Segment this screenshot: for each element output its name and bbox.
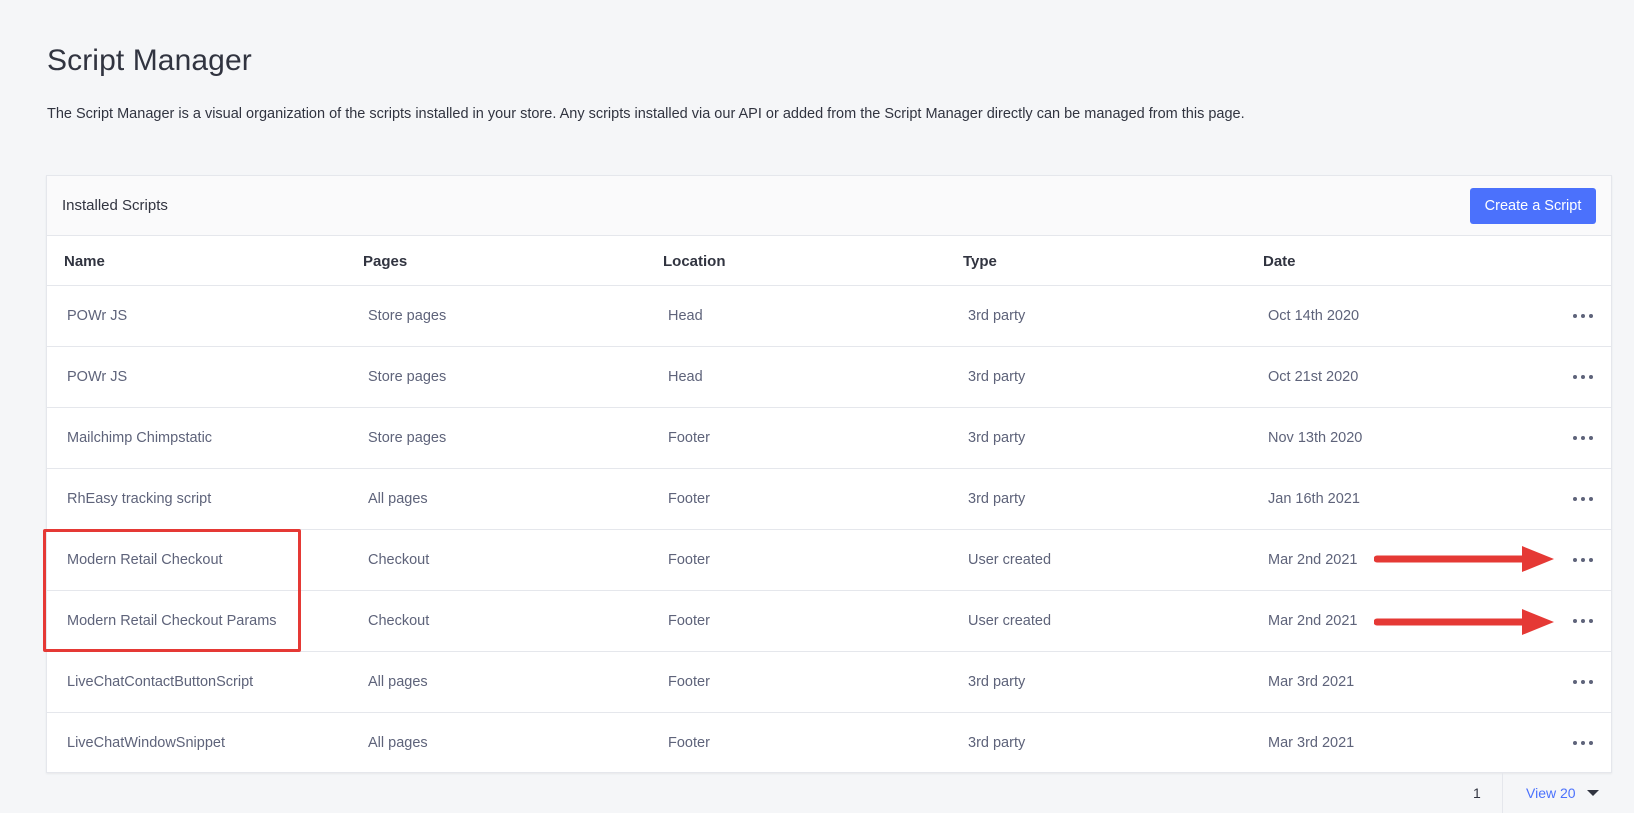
dot bbox=[1581, 680, 1585, 684]
script-type: User created bbox=[968, 552, 1052, 568]
script-type: User created bbox=[968, 613, 1052, 629]
dot bbox=[1581, 497, 1585, 501]
script-location: Footer bbox=[668, 491, 710, 507]
script-pages: All pages bbox=[368, 491, 428, 507]
script-location: Head bbox=[668, 308, 703, 324]
column-header-date[interactable]: Date bbox=[1263, 253, 1296, 270]
dot bbox=[1573, 680, 1577, 684]
dot bbox=[1589, 741, 1593, 745]
dot bbox=[1589, 619, 1593, 623]
script-date: Mar 2nd 2021 bbox=[1268, 613, 1358, 629]
table-row: POWr JS Store pages Head 3rd party Oct 21st … bbox=[47, 347, 1611, 408]
table-row: Mailchimp Chimpstatic Store pages Footer 3r… bbox=[47, 408, 1611, 469]
column-header-name[interactable]: Name bbox=[64, 253, 105, 270]
dot bbox=[1589, 436, 1593, 440]
more-actions-icon[interactable] bbox=[1573, 678, 1593, 686]
table-row: LiveChatContactButtonScript All pages Foot… bbox=[47, 652, 1611, 713]
dot bbox=[1589, 314, 1593, 318]
panel-header: Installed Scripts Create a Script bbox=[47, 176, 1611, 236]
more-actions-icon[interactable] bbox=[1573, 739, 1593, 747]
chevron-down-icon[interactable] bbox=[1587, 790, 1599, 796]
dot bbox=[1589, 497, 1593, 501]
column-header-type[interactable]: Type bbox=[963, 253, 997, 270]
script-location: Head bbox=[668, 369, 703, 385]
pagination-divider bbox=[1502, 773, 1503, 813]
script-type: 3rd party bbox=[968, 369, 1026, 385]
dot bbox=[1573, 619, 1577, 623]
script-type: 3rd party bbox=[968, 674, 1026, 690]
script-pages: Checkout bbox=[368, 613, 430, 629]
dot bbox=[1581, 375, 1585, 379]
current-page-number[interactable]: 1 bbox=[1473, 785, 1481, 801]
script-date: Mar 3rd 2021 bbox=[1268, 735, 1355, 751]
page: Script Manager The Script Manager is a v… bbox=[0, 0, 1634, 813]
page-title: Script Manager bbox=[47, 44, 252, 77]
dot bbox=[1581, 558, 1585, 562]
table-row: Modern Retail Checkout Checkout Footer User… bbox=[47, 530, 1611, 591]
script-pages: All pages bbox=[368, 674, 428, 690]
dot bbox=[1573, 314, 1577, 318]
script-location: Footer bbox=[668, 430, 710, 446]
script-name: Modern Retail Checkout bbox=[67, 552, 223, 568]
script-name: RhEasy tracking script bbox=[67, 491, 212, 507]
script-type: 3rd party bbox=[968, 735, 1026, 751]
script-name: POWr JS bbox=[67, 308, 128, 324]
script-date: Mar 3rd 2021 bbox=[1268, 674, 1355, 690]
script-pages: Store pages bbox=[368, 369, 447, 385]
script-location: Footer bbox=[668, 613, 710, 629]
script-location: Footer bbox=[668, 552, 710, 568]
table-body: POWr JS Store pages Head 3rd party Oct 14th … bbox=[47, 286, 1611, 774]
page-description: The Script Manager is a visual organizat… bbox=[47, 106, 1245, 122]
more-actions-icon[interactable] bbox=[1573, 312, 1593, 320]
script-name: LiveChatContactButtonScript bbox=[67, 674, 254, 690]
dot bbox=[1573, 558, 1577, 562]
script-name: POWr JS bbox=[67, 369, 128, 385]
table-row: POWr JS Store pages Head 3rd party Oct 14th … bbox=[47, 286, 1611, 347]
create-script-button[interactable]: Create a Script bbox=[1470, 188, 1596, 224]
script-type: 3rd party bbox=[968, 308, 1026, 324]
dot bbox=[1573, 436, 1577, 440]
script-date: Mar 2nd 2021 bbox=[1268, 552, 1358, 568]
dot bbox=[1581, 314, 1585, 318]
dot bbox=[1581, 436, 1585, 440]
view-per-page-select[interactable]: View 20 bbox=[1526, 785, 1576, 801]
dot bbox=[1581, 619, 1585, 623]
dot bbox=[1589, 558, 1593, 562]
script-pages: Store pages bbox=[368, 430, 447, 446]
script-pages: Checkout bbox=[368, 552, 430, 568]
dot bbox=[1573, 375, 1577, 379]
script-name: Modern Retail Checkout Params bbox=[67, 613, 277, 629]
script-date: Oct 21st 2020 bbox=[1268, 369, 1359, 385]
more-actions-icon[interactable] bbox=[1573, 495, 1593, 503]
script-type: 3rd party bbox=[968, 430, 1026, 446]
script-location: Footer bbox=[668, 735, 710, 751]
table-row: LiveChatWindowSnippet All pages Footer 3rd … bbox=[47, 713, 1611, 774]
dot bbox=[1589, 375, 1593, 379]
table-header: Name Pages Location Type Date bbox=[47, 236, 1611, 286]
more-actions-icon[interactable] bbox=[1573, 373, 1593, 381]
more-actions-icon[interactable] bbox=[1573, 556, 1593, 564]
script-pages: Store pages bbox=[368, 308, 447, 324]
installed-scripts-panel: Installed Scripts Create a Script Name P… bbox=[46, 175, 1612, 773]
table-row: Modern Retail Checkout Params Checkout Foo… bbox=[47, 591, 1611, 652]
table-row: RhEasy tracking script All pages Footer 3rd… bbox=[47, 469, 1611, 530]
dot bbox=[1589, 680, 1593, 684]
script-date: Jan 16th 2021 bbox=[1268, 491, 1360, 507]
script-date: Nov 13th 2020 bbox=[1268, 430, 1363, 446]
column-header-pages[interactable]: Pages bbox=[363, 253, 407, 270]
script-type: 3rd party bbox=[968, 491, 1026, 507]
dot bbox=[1573, 497, 1577, 501]
dot bbox=[1581, 741, 1585, 745]
panel-title: Installed Scripts bbox=[62, 197, 168, 214]
script-location: Footer bbox=[668, 674, 710, 690]
dot bbox=[1573, 741, 1577, 745]
more-actions-icon[interactable] bbox=[1573, 617, 1593, 625]
script-name: Mailchimp Chimpstatic bbox=[67, 430, 213, 446]
more-actions-icon[interactable] bbox=[1573, 434, 1593, 442]
script-name: LiveChatWindowSnippet bbox=[67, 735, 225, 751]
script-pages: All pages bbox=[368, 735, 428, 751]
column-header-location[interactable]: Location bbox=[663, 253, 726, 270]
script-date: Oct 14th 2020 bbox=[1268, 308, 1360, 324]
